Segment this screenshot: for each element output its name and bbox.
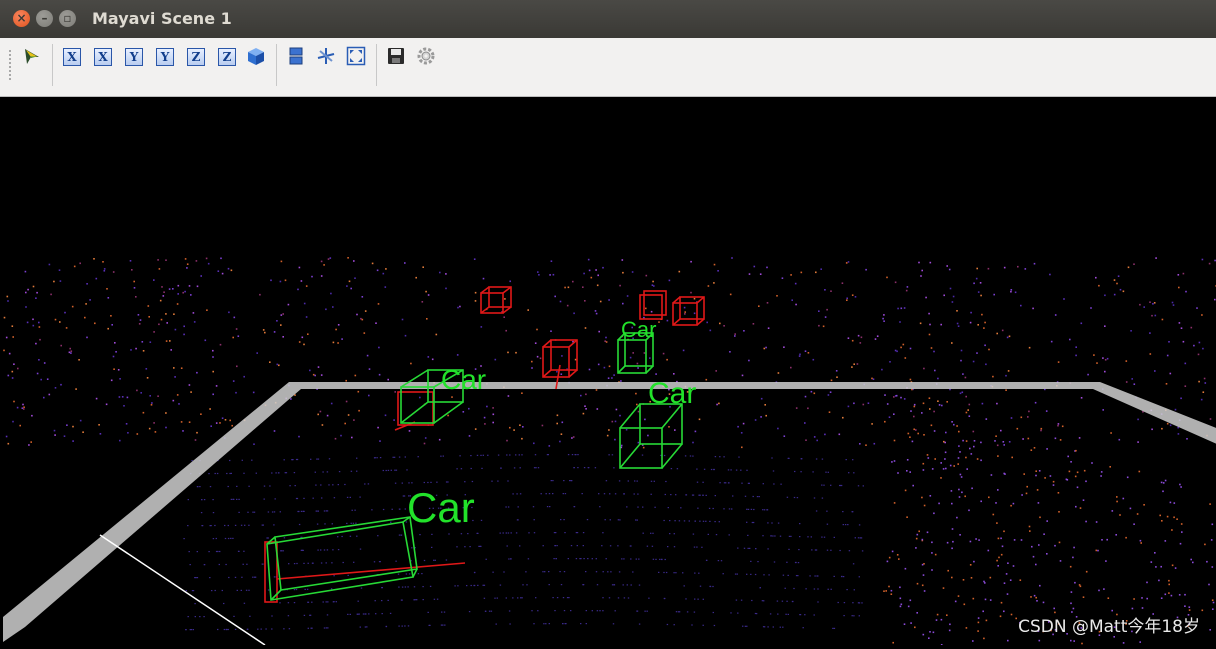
ground-grid (3, 382, 1216, 646)
pred-box (619, 403, 683, 469)
view-y-pos-button[interactable]: Y (125, 48, 143, 66)
car-label: Car (407, 484, 475, 531)
axis-z-icon: Z (191, 50, 201, 64)
parallel-projection-button[interactable] (286, 46, 306, 66)
save-icon (388, 48, 404, 64)
car-label: Car (441, 364, 486, 395)
close-window-button[interactable]: × (13, 10, 30, 27)
view-z-neg-button[interactable]: Z (218, 48, 236, 66)
toolbar-separator (376, 44, 377, 86)
scene-toolbar: X X Y Y Z Z (0, 38, 1216, 97)
save-scene-button[interactable] (386, 46, 406, 66)
isometric-view-button[interactable] (246, 46, 266, 66)
watermark-text: CSDN @Matt今年18岁 (1018, 617, 1200, 637)
minimize-icon: – (41, 11, 48, 25)
gt-box (480, 286, 512, 314)
show-axes-button[interactable] (316, 46, 336, 66)
gt-box (639, 290, 667, 320)
gt-box (264, 541, 466, 603)
mayavi-pipeline-button[interactable] (22, 46, 42, 66)
gt-box (542, 339, 578, 390)
fullscreen-icon (346, 46, 366, 66)
window-titlebar: × – ▫ Mayavi Scene 1 (0, 0, 1216, 38)
gear-icon (417, 47, 435, 65)
render-scene[interactable]: Car Car Car Car (3, 97, 1216, 646)
axis-z-icon: Z (222, 50, 232, 64)
axis-x-icon: X (98, 50, 108, 64)
configure-scene-button[interactable] (416, 46, 436, 66)
pred-box (266, 516, 418, 601)
projection-icon (289, 47, 303, 65)
maximize-icon: ▫ (63, 11, 72, 25)
lidar-point-cloud (3, 257, 1216, 646)
close-icon: × (16, 11, 27, 25)
axis-x-icon: X (67, 50, 77, 64)
view-z-pos-button[interactable]: Z (187, 48, 205, 66)
gt-box (672, 296, 705, 326)
point-cloud-view[interactable]: Car Car Car Car (3, 97, 1216, 646)
view-x-neg-button[interactable]: X (94, 48, 112, 66)
maximize-window-button[interactable]: ▫ (59, 10, 76, 27)
minimize-window-button[interactable]: – (36, 10, 53, 27)
cube-icon (248, 48, 264, 65)
car-label: Car (648, 377, 696, 410)
window-title: Mayavi Scene 1 (92, 9, 232, 28)
view-y-neg-button[interactable]: Y (156, 48, 174, 66)
mayavi-logo-icon (25, 49, 39, 64)
axes-icon (317, 48, 335, 64)
toolbar-separator (276, 44, 277, 86)
full-screen-button[interactable] (346, 46, 366, 66)
axis-y-icon: Y (129, 50, 139, 64)
toolbar-separator (52, 44, 53, 86)
car-label: Car (621, 317, 656, 342)
toolbar-grip[interactable] (9, 50, 14, 80)
axis-y-icon: Y (160, 50, 170, 64)
view-x-pos-button[interactable]: X (63, 48, 81, 66)
